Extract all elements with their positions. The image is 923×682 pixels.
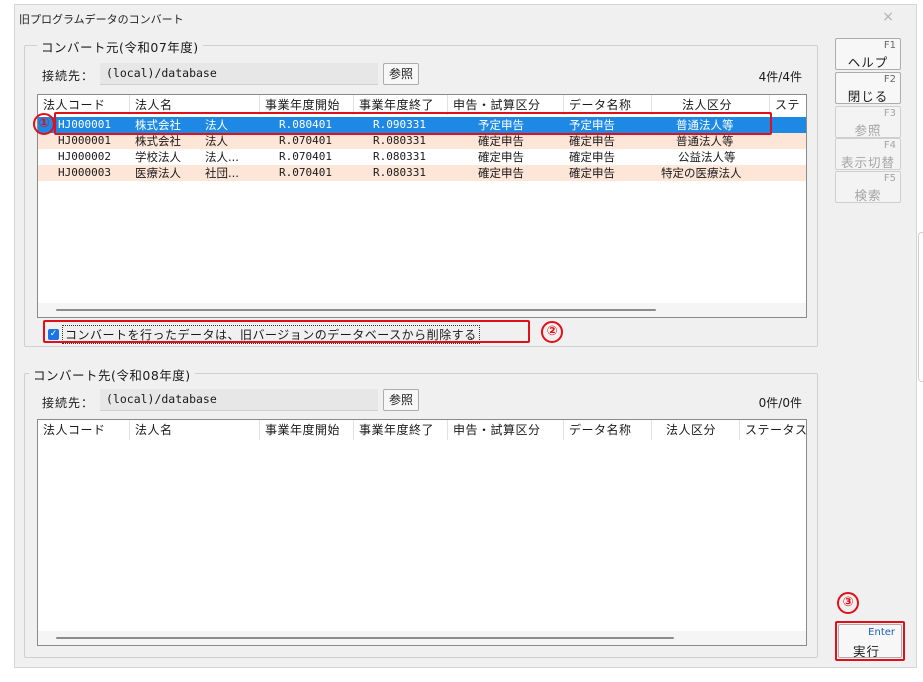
reference-label: 参照 bbox=[854, 123, 882, 138]
col-kubun[interactable]: 申告・試算区分 bbox=[448, 420, 564, 440]
source-legend: コンバート元(令和07年度) bbox=[37, 37, 203, 56]
scroll-thumb[interactable] bbox=[56, 309, 656, 311]
row-name2: 社団... bbox=[205, 166, 239, 180]
callout-box-3 bbox=[835, 621, 905, 661]
dest-grid-header: 法人コード 法人名 事業年度開始 事業年度終了 申告・試算区分 データ名称 法人… bbox=[38, 420, 806, 440]
row-hojin: 特定の医療法人 bbox=[661, 166, 742, 180]
callout-number-2: ② bbox=[541, 321, 563, 343]
source-conn-label: 接続先： bbox=[42, 69, 95, 83]
close-label: 閉じる bbox=[847, 89, 889, 104]
row-end: R.080331 bbox=[373, 150, 426, 163]
dest-conn-field[interactable]: (local)/database bbox=[100, 389, 378, 411]
row-start: R.070401 bbox=[279, 150, 332, 163]
col-code[interactable]: 法人コード bbox=[38, 420, 130, 440]
col-status[interactable]: ステータス bbox=[740, 420, 806, 440]
source-count: 4件/4件 bbox=[758, 70, 802, 84]
row-code: HJ000003 bbox=[58, 166, 111, 179]
dest-legend: コンバート先(令和08年度) bbox=[29, 365, 195, 384]
window-title: 旧プログラムデータのコンバート bbox=[19, 13, 184, 26]
row-start: R.070401 bbox=[279, 134, 332, 147]
row-start: R.070401 bbox=[279, 166, 332, 179]
dest-count: 0件/0件 bbox=[758, 396, 802, 410]
col-start[interactable]: 事業年度開始 bbox=[260, 420, 354, 440]
fkey-label: F1 bbox=[883, 40, 896, 51]
fkey-label: F5 bbox=[883, 173, 896, 184]
fkey-label: F3 bbox=[883, 108, 896, 119]
row-hojin: 普通法人等 bbox=[676, 134, 734, 148]
callout-box-2 bbox=[43, 320, 530, 343]
callout-number-1: ① bbox=[33, 113, 55, 135]
row-name1: 医療法人 bbox=[135, 166, 181, 180]
search-button[interactable]: F5 検索 bbox=[835, 171, 901, 203]
source-hscrollbar[interactable] bbox=[38, 303, 806, 317]
row-name1: 学校法人 bbox=[135, 150, 181, 164]
reference-button[interactable]: F3 参照 bbox=[835, 106, 901, 138]
dest-ref-button[interactable]: 参照 bbox=[383, 389, 419, 411]
row-name1: 株式会社 bbox=[135, 134, 181, 148]
row-hojin: 公益法人等 bbox=[678, 150, 736, 164]
close-icon[interactable]: × bbox=[882, 9, 894, 25]
callout-number-3: ③ bbox=[837, 592, 859, 614]
col-hojin[interactable]: 法人区分 bbox=[652, 420, 740, 440]
row-end: R.080331 bbox=[373, 134, 426, 147]
row-name2: 法人... bbox=[205, 150, 239, 164]
row-kubun: 確定申告 bbox=[478, 150, 524, 164]
callout-box-1 bbox=[54, 112, 772, 135]
row-kubun: 確定申告 bbox=[478, 166, 524, 180]
source-conn-field[interactable]: (local)/database bbox=[100, 63, 378, 85]
col-dataname[interactable]: データ名称 bbox=[564, 420, 652, 440]
table-row[interactable]: HJ000001 株式会社 法人 R.070401 R.080331 確定申告 … bbox=[38, 133, 806, 149]
side-panel-tab[interactable] bbox=[918, 232, 923, 382]
fkey-label: F2 bbox=[883, 74, 896, 85]
scroll-thumb[interactable] bbox=[56, 637, 674, 639]
source-ref-button[interactable]: 参照 bbox=[383, 63, 419, 85]
dest-conn-label: 接続先： bbox=[42, 396, 95, 410]
row-dataname: 確定申告 bbox=[569, 134, 615, 148]
table-row[interactable]: HJ000003 医療法人 社団... R.070401 R.080331 確定… bbox=[38, 165, 806, 181]
row-code: HJ000002 bbox=[58, 150, 111, 163]
row-end: R.080331 bbox=[373, 166, 426, 179]
help-label: ヘルプ bbox=[847, 55, 889, 70]
fkey-label: F4 bbox=[883, 140, 896, 151]
col-end[interactable]: 事業年度終了 bbox=[354, 420, 448, 440]
help-button[interactable]: F1 ヘルプ bbox=[835, 38, 901, 70]
table-row[interactable]: HJ000002 学校法人 法人... R.070401 R.080331 確定… bbox=[38, 149, 806, 165]
dest-grid[interactable]: 法人コード 法人名 事業年度開始 事業年度終了 申告・試算区分 データ名称 法人… bbox=[37, 419, 807, 646]
dest-hscrollbar[interactable] bbox=[38, 631, 806, 645]
row-name2: 法人 bbox=[205, 134, 228, 148]
col-name[interactable]: 法人名 bbox=[130, 420, 260, 440]
row-dataname: 確定申告 bbox=[569, 150, 615, 164]
toggle-view-label: 表示切替 bbox=[840, 155, 895, 170]
toggle-view-button[interactable]: F4 表示切替 bbox=[835, 138, 901, 170]
search-label: 検索 bbox=[854, 188, 882, 203]
col-status[interactable]: ステ bbox=[770, 95, 806, 115]
row-dataname: 確定申告 bbox=[569, 166, 615, 180]
close-button[interactable]: F2 閉じる bbox=[835, 72, 901, 104]
row-code: HJ000001 bbox=[58, 134, 111, 147]
row-kubun: 確定申告 bbox=[478, 134, 524, 148]
